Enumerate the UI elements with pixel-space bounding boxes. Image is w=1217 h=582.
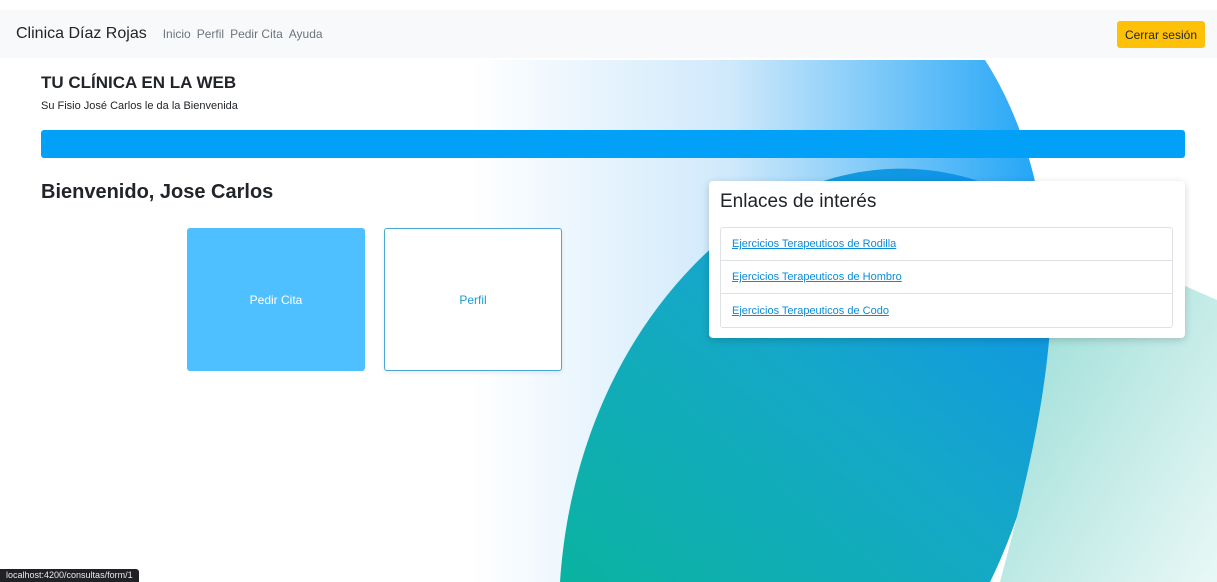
links-card: Enlaces de interés Ejercicios Terapeutic… (709, 181, 1185, 338)
perfil-button[interactable]: Perfil (384, 228, 562, 371)
brand-link[interactable]: Clinica Díaz Rojas (16, 25, 147, 43)
browser-status-url: localhost:4200/consultas/form/1 (0, 569, 139, 582)
welcome-heading: Bienvenido, Jose Carlos (41, 181, 274, 203)
link-codo[interactable]: Ejercicios Terapeuticos de Codo (721, 294, 1172, 327)
links-card-title: Enlaces de interés (720, 191, 877, 212)
header-banner-bar (41, 130, 1185, 158)
link-rodilla[interactable]: Ejercicios Terapeuticos de Rodilla (721, 228, 1172, 261)
nav-link-pedir-cita[interactable]: Pedir Cita (230, 27, 283, 41)
nav-link-inicio[interactable]: Inicio (163, 27, 191, 41)
nav-link-ayuda[interactable]: Ayuda (289, 27, 323, 41)
link-hombro[interactable]: Ejercicios Terapeuticos de Hombro (721, 261, 1172, 294)
page-subtitle: Su Fisio José Carlos le da la Bienvenida (41, 100, 238, 112)
links-list: Ejercicios Terapeuticos de Rodilla Ejerc… (720, 227, 1173, 328)
logout-button[interactable]: Cerrar sesión (1116, 21, 1205, 48)
pedir-cita-button[interactable]: Pedir Cita (187, 228, 365, 371)
nav-link-perfil[interactable]: Perfil (197, 27, 224, 41)
top-navbar: Clinica Díaz Rojas Inicio Perfil Pedir C… (0, 10, 1217, 58)
page-title: TU CLÍNICA EN LA WEB (41, 73, 237, 92)
